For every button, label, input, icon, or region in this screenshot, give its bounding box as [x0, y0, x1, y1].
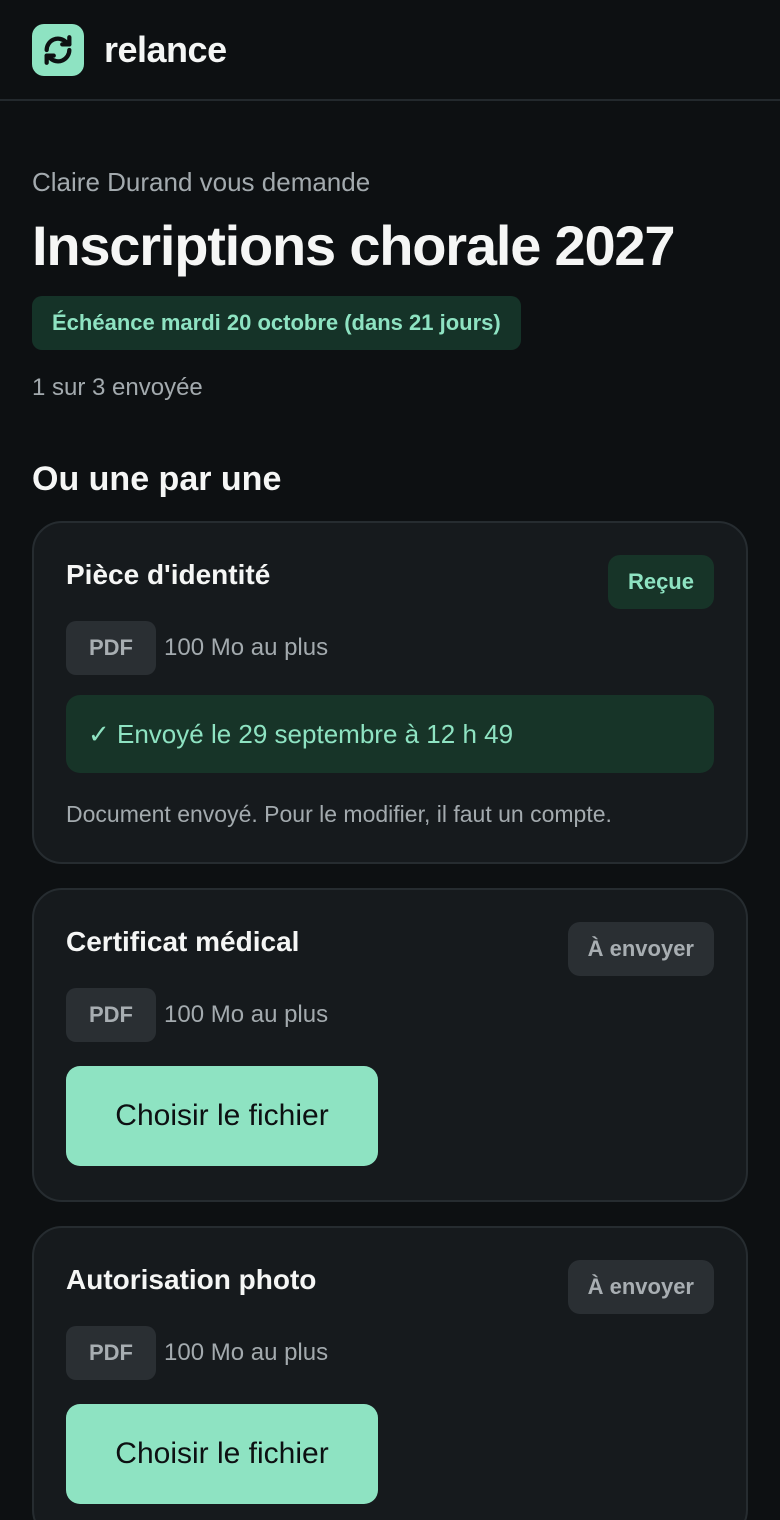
top-bar: relance — [0, 0, 780, 101]
file-meta: PDF 100 Mo au plus — [66, 1326, 714, 1380]
file-type-badge: PDF — [66, 1326, 156, 1380]
sent-confirmation: ✓ Envoyé le 29 septembre à 12 h 49 — [66, 695, 714, 773]
file-meta: PDF 100 Mo au plus — [66, 988, 714, 1042]
status-badge: À envoyer — [567, 922, 714, 976]
status-badge: Reçue — [607, 555, 714, 609]
section-title: Ou une par une — [32, 460, 282, 498]
document-card-medical: Certificat médical À envoyer PDF 100 Mo … — [32, 888, 748, 1202]
choose-file-button[interactable]: Choisir le fichier — [66, 1066, 378, 1166]
status-badge: À envoyer — [567, 1260, 714, 1314]
choose-file-button[interactable]: Choisir le fichier — [66, 1404, 378, 1504]
file-size-limit: 100 Mo au plus — [164, 1001, 329, 1028]
file-type-badge: PDF — [66, 621, 156, 675]
brand-name: relance — [104, 28, 227, 70]
document-card-photo: Autorisation photo À envoyer PDF 100 Mo … — [32, 1226, 748, 1520]
refresh-icon — [32, 23, 84, 76]
document-card-id: Pièce d'identité Reçue PDF 100 Mo au plu… — [32, 521, 748, 864]
file-type-badge: PDF — [66, 988, 156, 1042]
file-size-limit: 100 Mo au plus — [164, 1339, 329, 1366]
document-title: Pièce d'identité — [66, 559, 271, 590]
file-size-limit: 100 Mo au plus — [164, 634, 329, 661]
requester-line: Claire Durand vous demande — [32, 167, 371, 197]
sent-note: Document envoyé. Pour le modifier, il fa… — [66, 801, 612, 827]
progress-text: 1 sur 3 envoyée — [32, 374, 203, 401]
deadline-badge: Échéance mardi 20 octobre (dans 21 jours… — [32, 296, 521, 350]
document-title: Autorisation photo — [66, 1264, 317, 1295]
page-title: Inscriptions chorale 2027 — [32, 214, 675, 277]
document-title: Certificat médical — [66, 926, 300, 957]
request-page: Claire Durand vous demande Inscriptions … — [0, 167, 780, 1520]
file-meta: PDF 100 Mo au plus — [66, 621, 714, 675]
